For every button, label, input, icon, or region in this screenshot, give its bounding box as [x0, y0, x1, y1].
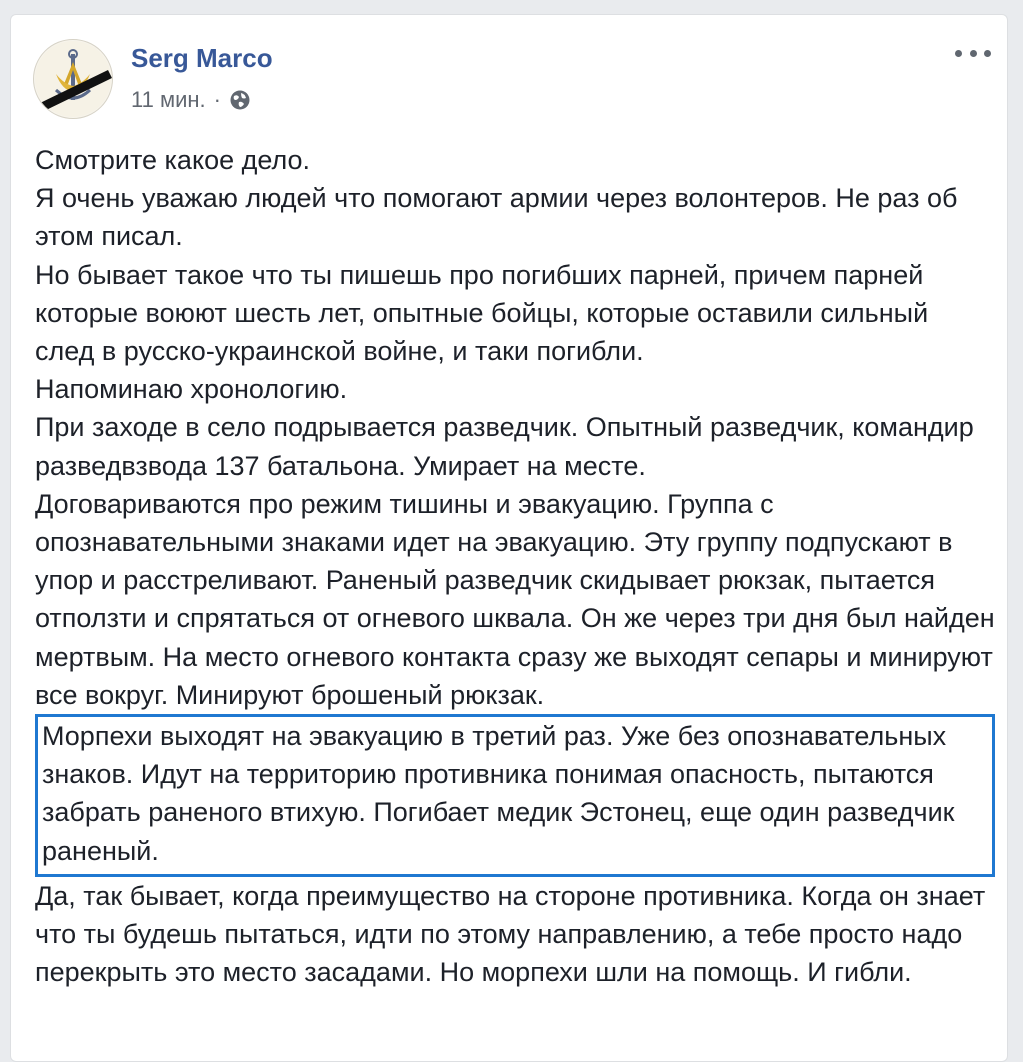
post-paragraph: Да, так бывает, когда преимущество на ст… [35, 880, 986, 988]
more-options-icon[interactable] [955, 43, 991, 63]
author-name-link[interactable]: Serg Marco [131, 43, 273, 74]
globe-icon[interactable] [229, 89, 251, 111]
more-dot [984, 49, 991, 57]
post-timestamp[interactable]: 11 мин. [131, 87, 206, 113]
more-dot [955, 49, 962, 57]
highlighted-paragraph: Морпехи выходят на эвакуацию в третий ра… [35, 714, 995, 877]
meta-separator: · [213, 87, 221, 112]
post-body: Смотрите какое дело. Я очень уважаю люде… [35, 141, 995, 991]
post-paragraph: Смотрите какое дело. Я очень уважаю люде… [35, 145, 995, 710]
more-dot [969, 49, 977, 57]
emblem-icon [35, 41, 112, 117]
avatar[interactable] [33, 39, 113, 119]
post-meta: 11 мин. · [131, 87, 251, 113]
post-card: Serg Marco 11 мин. · Смотрите какое дело… [10, 14, 1008, 1062]
